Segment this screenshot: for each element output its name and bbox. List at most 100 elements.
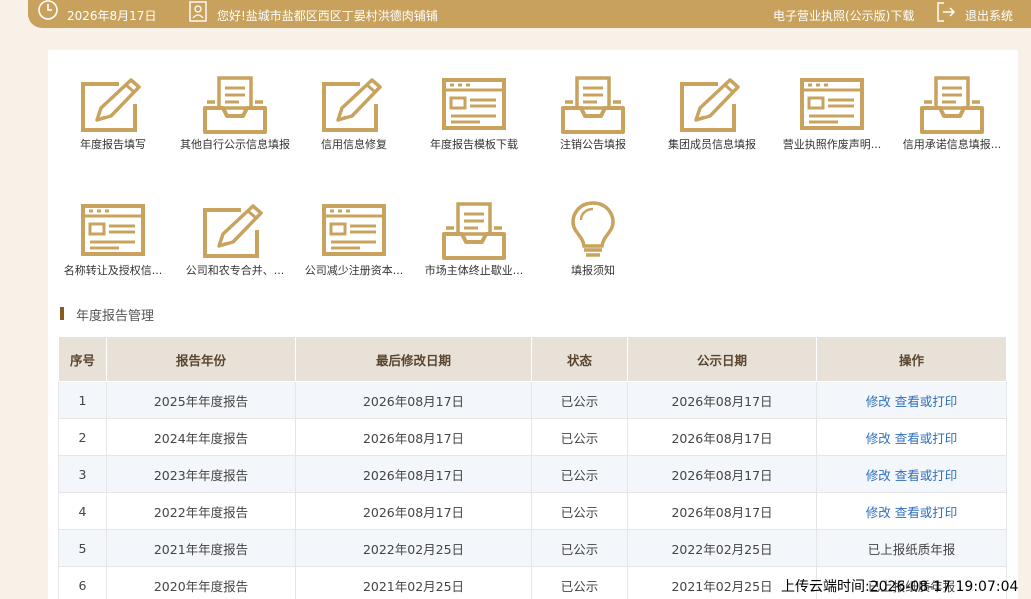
paper-report-status: 已上报纸质年报 [867, 541, 956, 557]
cell-action: 修改 查看或打印 [816, 418, 1007, 456]
pencil-doc-icon [657, 74, 767, 134]
cell-no: 5 [58, 529, 107, 567]
header-modified: 最后修改日期 [295, 336, 532, 382]
cell-status: 已公示 [531, 381, 628, 419]
clock-icon [36, 0, 60, 27]
function-item[interactable]: 年度报告填写 [58, 74, 168, 152]
function-label: 信用承诺信息填报... [902, 138, 1002, 151]
view-print-link[interactable]: 查看或打印 [895, 394, 958, 409]
form-window-icon [777, 74, 887, 134]
cell-status: 已公示 [531, 566, 628, 599]
function-item[interactable]: 集团成员信息填报 [657, 74, 767, 152]
annual-report-table: 序号 报告年份 最后修改日期 状态 公示日期 操作 1 2025年年度报告 2026… [58, 336, 1007, 599]
inbox-doc-icon [538, 74, 648, 134]
logout-icon[interactable] [936, 1, 956, 26]
function-label: 市场主体终止歇业... [424, 264, 524, 277]
header-status: 状态 [531, 336, 628, 382]
cell-published: 2022年02月25日 [627, 529, 817, 567]
function-item[interactable]: 公司和农专合并、... [180, 200, 290, 278]
function-label: 营业执照作废声明... [782, 138, 882, 151]
pencil-doc-icon [58, 74, 168, 134]
table-row: 5 2021年年度报告 2022年02月25日 已公示 2022年02月25日 已上报纸质… [58, 529, 1007, 567]
cell-no: 1 [58, 381, 107, 419]
table-row: 3 2023年年度报告 2026年08月17日 已公示 2026年08月17日 修改 查看或… [58, 455, 1007, 493]
edit-link[interactable]: 修改 [866, 468, 891, 483]
cell-modified: 2026年08月17日 [295, 492, 532, 530]
function-label: 名称转让及授权信... [63, 264, 163, 277]
section-title: 年度报告管理 [60, 305, 154, 324]
inbox-doc-icon [419, 200, 529, 260]
function-item[interactable]: 年度报告模板下载 [419, 74, 529, 152]
header-no: 序号 [58, 336, 107, 382]
form-window-icon [299, 200, 409, 260]
cell-status: 已公示 [531, 529, 628, 567]
view-print-link[interactable]: 查看或打印 [895, 505, 958, 520]
cell-year: 2023年年度报告 [106, 455, 296, 493]
cell-status: 已公示 [531, 492, 628, 530]
function-label: 填报须知 [571, 264, 615, 277]
edit-link[interactable]: 修改 [866, 505, 891, 520]
inbox-doc-icon [897, 74, 1007, 134]
cell-year: 2020年年度报告 [106, 566, 296, 599]
header-published: 公示日期 [627, 336, 817, 382]
pencil-doc-icon [299, 74, 409, 134]
function-item[interactable]: 市场主体终止歇业... [419, 200, 529, 278]
function-item[interactable]: 信用信息修复 [299, 74, 409, 152]
function-label: 年度报告模板下载 [430, 138, 518, 151]
function-item[interactable]: 注销公告填报 [538, 74, 648, 152]
cell-status: 已公示 [531, 418, 628, 456]
edit-link[interactable]: 修改 [866, 394, 891, 409]
function-label: 信用信息修复 [321, 138, 387, 151]
function-label: 注销公告填报 [560, 138, 626, 151]
function-label: 年度报告填写 [80, 138, 146, 151]
table-header-row: 序号 报告年份 最后修改日期 状态 公示日期 操作 [58, 336, 1007, 382]
cell-year: 2022年年度报告 [106, 492, 296, 530]
cell-no: 2 [58, 418, 107, 456]
cell-no: 6 [58, 566, 107, 599]
cell-published: 2026年08月17日 [627, 381, 817, 419]
cell-modified: 2026年08月17日 [295, 418, 532, 456]
view-print-link[interactable]: 查看或打印 [895, 431, 958, 446]
user-icon [189, 1, 207, 26]
cell-modified: 2022年02月25日 [295, 529, 532, 567]
cell-modified: 2026年08月17日 [295, 455, 532, 493]
greeting-text: 您好!盐城市盐都区西区丁晏村洪德肉铺铺 [217, 9, 438, 23]
cell-no: 3 [58, 455, 107, 493]
form-window-icon [419, 74, 529, 134]
current-date: 2026年8月17日 [67, 9, 157, 23]
function-label: 公司减少注册资本... [304, 264, 404, 277]
cell-published: 2026年08月17日 [627, 418, 817, 456]
function-item[interactable]: 其他自行公示信息填报 [180, 74, 290, 152]
logout-button[interactable]: 退出系统 [965, 7, 1013, 24]
license-download-link[interactable]: 电子营业执照(公示版)下载 [773, 7, 914, 24]
cell-no: 4 [58, 492, 107, 530]
edit-link[interactable]: 修改 [866, 431, 891, 446]
function-item[interactable]: 营业执照作废声明... [777, 74, 887, 152]
cell-published: 2026年08月17日 [627, 492, 817, 530]
header-action: 操作 [816, 336, 1007, 382]
function-item[interactable]: 填报须知 [538, 200, 648, 278]
cell-year: 2021年年度报告 [106, 529, 296, 567]
cell-action: 修改 查看或打印 [816, 492, 1007, 530]
cell-year: 2024年年度报告 [106, 418, 296, 456]
cell-modified: 2026年08月17日 [295, 381, 532, 419]
view-print-link[interactable]: 查看或打印 [895, 468, 958, 483]
top-bar: 2026年8月17日 您好!盐城市盐都区西区丁晏村洪德肉铺铺 电子营业执照(公示… [28, 0, 1031, 28]
function-item[interactable]: 名称转让及授权信... [58, 200, 168, 278]
table-row: 2 2024年年度报告 2026年08月17日 已公示 2026年08月17日 修改 查看或… [58, 418, 1007, 456]
cell-action: 修改 查看或打印 [816, 455, 1007, 493]
cell-year: 2025年年度报告 [106, 381, 296, 419]
function-label: 公司和农专合并、... [185, 264, 285, 277]
cell-published: 2026年08月17日 [627, 455, 817, 493]
table-row: 4 2022年年度报告 2026年08月17日 已公示 2026年08月17日 修改 查看或… [58, 492, 1007, 530]
inbox-doc-icon [180, 74, 290, 134]
cell-action: 已上报纸质年报 [816, 529, 1007, 567]
function-label: 其他自行公示信息填报 [180, 138, 290, 151]
lightbulb-icon [538, 200, 648, 260]
function-item[interactable]: 信用承诺信息填报... [897, 74, 1007, 152]
table-row: 1 2025年年度报告 2026年08月17日 已公示 2026年08月17日 修改 查看或… [58, 381, 1007, 419]
function-label: 集团成员信息填报 [668, 138, 756, 151]
function-item[interactable]: 公司减少注册资本... [299, 200, 409, 278]
cell-modified: 2021年02月25日 [295, 566, 532, 599]
cell-status: 已公示 [531, 455, 628, 493]
